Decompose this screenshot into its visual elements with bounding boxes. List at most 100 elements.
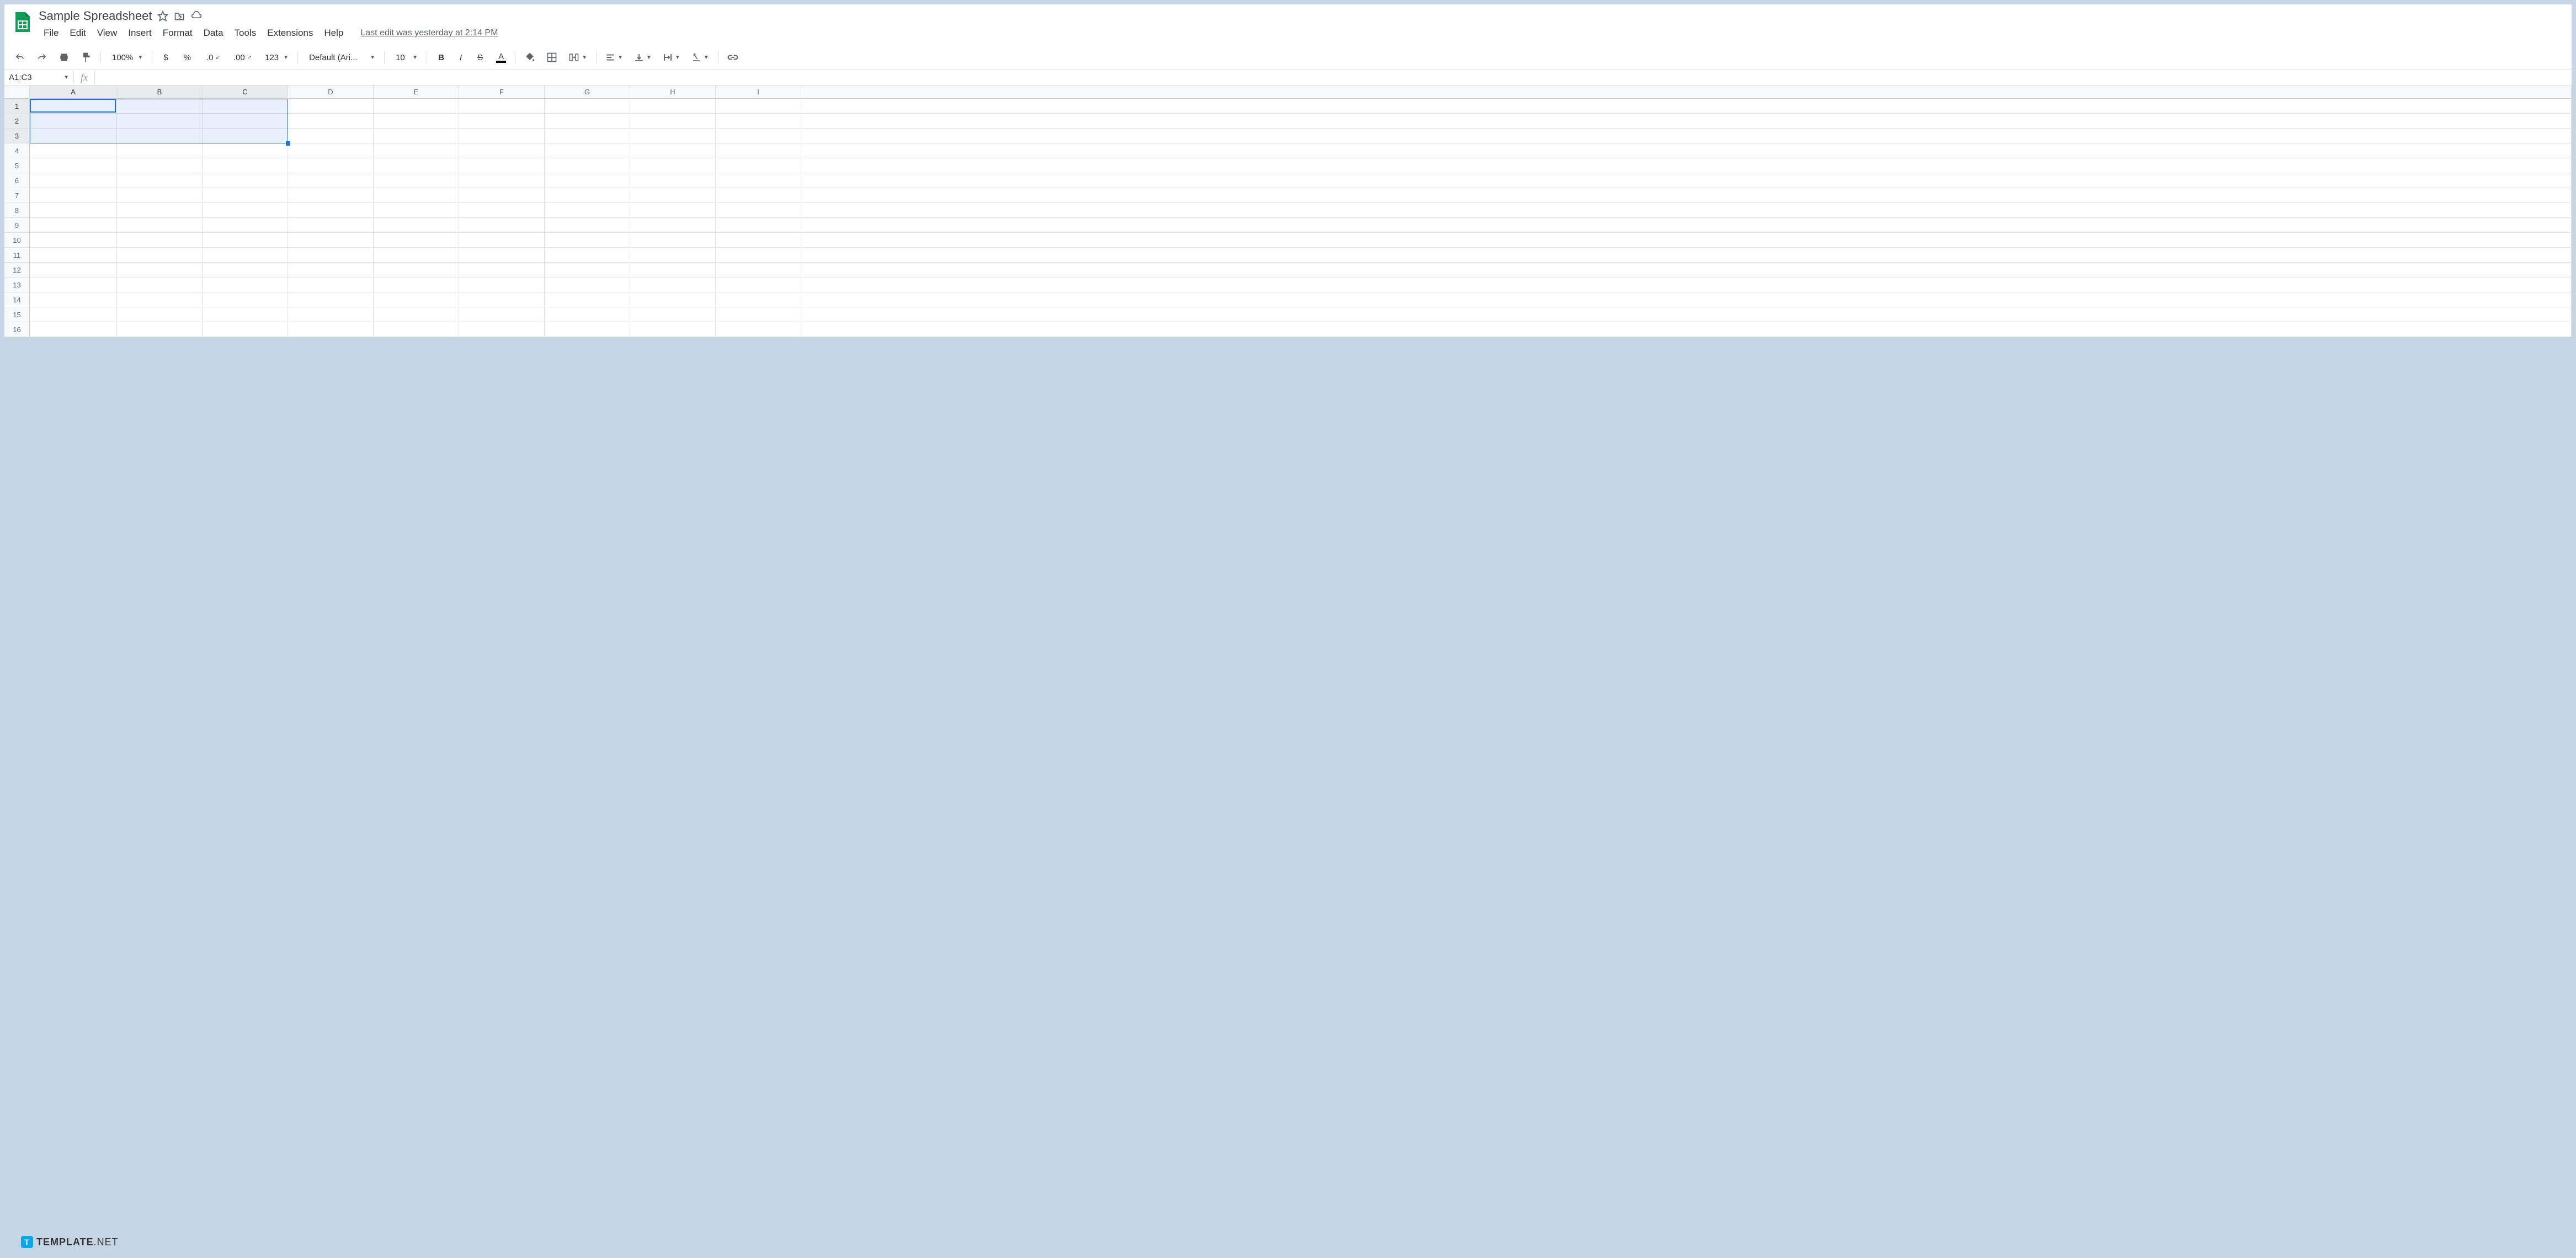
cell-A9[interactable] bbox=[30, 218, 117, 233]
cell-stub[interactable] bbox=[801, 263, 2572, 278]
formula-input[interactable] bbox=[94, 70, 2572, 85]
cell-D8[interactable] bbox=[288, 203, 374, 218]
cell-I2[interactable] bbox=[716, 114, 801, 129]
cell-H2[interactable] bbox=[630, 114, 716, 129]
menu-help[interactable]: Help bbox=[319, 25, 348, 41]
column-header-I[interactable]: I bbox=[716, 86, 801, 99]
cell-I6[interactable] bbox=[716, 173, 801, 188]
cell-H14[interactable] bbox=[630, 292, 716, 307]
cell-C6[interactable] bbox=[203, 173, 288, 188]
cell-stub[interactable] bbox=[801, 307, 2572, 322]
cell-B10[interactable] bbox=[117, 233, 203, 248]
cell-stub[interactable] bbox=[801, 99, 2572, 114]
cell-F15[interactable] bbox=[459, 307, 545, 322]
fill-color-button[interactable] bbox=[520, 49, 540, 66]
cell-F16[interactable] bbox=[459, 322, 545, 337]
row-header-10[interactable]: 10 bbox=[4, 233, 30, 248]
insert-link-button[interactable] bbox=[723, 49, 743, 66]
cell-E9[interactable] bbox=[374, 218, 459, 233]
cell-B7[interactable] bbox=[117, 188, 203, 203]
cell-D9[interactable] bbox=[288, 218, 374, 233]
column-header-B[interactable]: B bbox=[117, 86, 203, 99]
row-header-15[interactable]: 15 bbox=[4, 307, 30, 322]
cell-D5[interactable] bbox=[288, 158, 374, 173]
menu-insert[interactable]: Insert bbox=[123, 25, 157, 41]
cell-I13[interactable] bbox=[716, 278, 801, 292]
text-color-button[interactable]: A bbox=[492, 49, 510, 66]
cell-stub[interactable] bbox=[801, 114, 2572, 129]
cell-B14[interactable] bbox=[117, 292, 203, 307]
undo-button[interactable] bbox=[10, 50, 30, 65]
cell-G13[interactable] bbox=[545, 278, 630, 292]
cell-I7[interactable] bbox=[716, 188, 801, 203]
cell-G15[interactable] bbox=[545, 307, 630, 322]
cell-B15[interactable] bbox=[117, 307, 203, 322]
cell-C14[interactable] bbox=[203, 292, 288, 307]
borders-button[interactable] bbox=[542, 49, 562, 66]
cell-H3[interactable] bbox=[630, 129, 716, 143]
cell-D10[interactable] bbox=[288, 233, 374, 248]
cell-I14[interactable] bbox=[716, 292, 801, 307]
cell-I9[interactable] bbox=[716, 218, 801, 233]
cell-A1[interactable] bbox=[30, 99, 117, 114]
cell-F5[interactable] bbox=[459, 158, 545, 173]
row-header-4[interactable]: 4 bbox=[4, 143, 30, 158]
cell-stub[interactable] bbox=[801, 129, 2572, 143]
cell-G1[interactable] bbox=[545, 99, 630, 114]
cell-I10[interactable] bbox=[716, 233, 801, 248]
cell-I4[interactable] bbox=[716, 143, 801, 158]
cell-F9[interactable] bbox=[459, 218, 545, 233]
cell-stub[interactable] bbox=[801, 173, 2572, 188]
cell-B12[interactable] bbox=[117, 263, 203, 278]
cell-A2[interactable] bbox=[30, 114, 117, 129]
cell-G4[interactable] bbox=[545, 143, 630, 158]
column-header-A[interactable]: A bbox=[30, 86, 117, 99]
cell-G2[interactable] bbox=[545, 114, 630, 129]
cell-B11[interactable] bbox=[117, 248, 203, 263]
cell-C12[interactable] bbox=[203, 263, 288, 278]
row-header-16[interactable]: 16 bbox=[4, 322, 30, 337]
cell-H12[interactable] bbox=[630, 263, 716, 278]
last-edit-link[interactable]: Last edit was yesterday at 2:14 PM bbox=[360, 28, 498, 38]
cell-B3[interactable] bbox=[117, 129, 203, 143]
cell-A8[interactable] bbox=[30, 203, 117, 218]
cell-H10[interactable] bbox=[630, 233, 716, 248]
cell-A3[interactable] bbox=[30, 129, 117, 143]
column-header-G[interactable]: G bbox=[545, 86, 630, 99]
cell-A4[interactable] bbox=[30, 143, 117, 158]
cell-A15[interactable] bbox=[30, 307, 117, 322]
cell-D7[interactable] bbox=[288, 188, 374, 203]
row-header-11[interactable]: 11 bbox=[4, 248, 30, 263]
cloud-status-icon[interactable] bbox=[190, 10, 203, 22]
font-dropdown[interactable]: Default (Ari... ▼ bbox=[302, 50, 380, 66]
cell-I12[interactable] bbox=[716, 263, 801, 278]
horizontal-align-dropdown[interactable]: ▼ bbox=[601, 49, 627, 66]
cell-E2[interactable] bbox=[374, 114, 459, 129]
row-header-5[interactable]: 5 bbox=[4, 158, 30, 173]
cell-G7[interactable] bbox=[545, 188, 630, 203]
cell-stub[interactable] bbox=[801, 188, 2572, 203]
cell-E4[interactable] bbox=[374, 143, 459, 158]
row-header-3[interactable]: 3 bbox=[4, 129, 30, 143]
cell-H15[interactable] bbox=[630, 307, 716, 322]
cell-F8[interactable] bbox=[459, 203, 545, 218]
cell-F12[interactable] bbox=[459, 263, 545, 278]
paint-format-button[interactable] bbox=[76, 49, 96, 66]
cell-E10[interactable] bbox=[374, 233, 459, 248]
print-button[interactable] bbox=[54, 49, 74, 66]
cell-E11[interactable] bbox=[374, 248, 459, 263]
cell-I8[interactable] bbox=[716, 203, 801, 218]
cell-I3[interactable] bbox=[716, 129, 801, 143]
cell-A14[interactable] bbox=[30, 292, 117, 307]
cell-E5[interactable] bbox=[374, 158, 459, 173]
cell-H13[interactable] bbox=[630, 278, 716, 292]
cell-E1[interactable] bbox=[374, 99, 459, 114]
redo-button[interactable] bbox=[32, 50, 52, 65]
cell-D6[interactable] bbox=[288, 173, 374, 188]
cell-G11[interactable] bbox=[545, 248, 630, 263]
cell-B2[interactable] bbox=[117, 114, 203, 129]
cell-H8[interactable] bbox=[630, 203, 716, 218]
column-header-H[interactable]: H bbox=[630, 86, 716, 99]
cell-A11[interactable] bbox=[30, 248, 117, 263]
font-size-dropdown[interactable]: 10 ▼ bbox=[389, 50, 422, 66]
